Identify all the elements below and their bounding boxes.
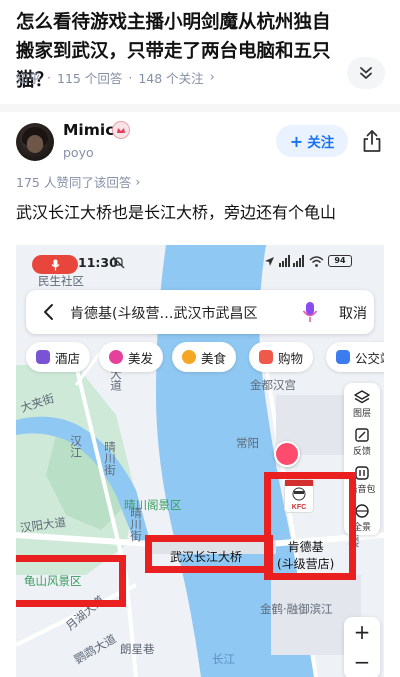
layers-button[interactable]: 图层 — [344, 389, 380, 419]
mute-icon — [112, 256, 125, 269]
microphone-icon — [51, 259, 59, 270]
shopping-bag-icon — [259, 350, 273, 364]
cancel-button[interactable]: 取消 — [339, 303, 367, 323]
map-pin-icon[interactable] — [274, 441, 300, 467]
map-place-label: 民生社区 — [38, 274, 84, 288]
voice-search-icon[interactable] — [302, 301, 318, 323]
question-header: 怎么看待游戏主播小明剑魔从杭州独自搬家到武汉，只带走了两台电脑和五只猫？ 知乎 … — [0, 0, 400, 100]
map-place-label: 汉江 — [69, 435, 83, 458]
status-icons: 94 — [264, 255, 352, 267]
feedback-icon — [355, 428, 369, 442]
vote-summary[interactable]: 175 人赞同了该回答 › — [16, 172, 140, 191]
map-place-label: 金鹤·融御滨江 — [260, 602, 333, 616]
chevron-right-icon: › — [135, 174, 141, 189]
map-place-label: 金都汉宫 — [250, 378, 296, 392]
expand-button[interactable] — [347, 57, 385, 89]
back-arrow-icon[interactable] — [42, 303, 54, 321]
food-icon — [182, 350, 196, 364]
map-search-input[interactable]: 肯德基(斗级营…武汉市武昌区 — [70, 303, 257, 323]
map-place-label: 晴川街 — [129, 507, 143, 542]
zoom-in-button[interactable]: + — [344, 621, 380, 643]
author-bio: poyo — [63, 145, 94, 160]
chip-bus-stop[interactable]: 公交站 — [326, 342, 384, 372]
panorama-icon — [355, 504, 369, 518]
map-place-label: 常阳 — [236, 436, 259, 450]
answers-count[interactable]: 115 个回答 — [57, 68, 122, 87]
double-chevron-down-icon — [360, 67, 372, 79]
answer-image-map-screenshot[interactable]: 11:30 94 民生社区 大夹街 汉江 晴川街 晴川阁景区 晴川街 汉阳大道 … — [16, 245, 384, 677]
wifi-icon — [309, 255, 324, 267]
author-name[interactable]: Mimic — [63, 121, 114, 139]
answer-text: 武汉长江大桥也是长江大桥，旁边还有个龟山 — [16, 203, 337, 222]
signal-icon — [279, 255, 304, 267]
chevron-right-icon: › — [209, 70, 215, 85]
followers-count[interactable]: 148 个关注 — [138, 68, 203, 87]
layers-icon — [354, 390, 370, 404]
chip-hotel[interactable]: 酒店 — [26, 342, 91, 372]
map-place-label: 晴川街 — [103, 441, 117, 476]
question-meta: 知乎 · 115 个回答 · 148 个关注 › — [16, 68, 215, 87]
chip-hair-salon[interactable]: 美发 — [99, 342, 164, 372]
site-name: 知乎 — [16, 71, 42, 86]
map-search-bar[interactable]: 肯德基(斗级营…武汉市武昌区 取消 — [26, 290, 374, 334]
recording-indicator — [32, 255, 78, 274]
bus-icon — [336, 350, 350, 364]
zoom-controls: + − — [344, 617, 380, 677]
share-icon — [363, 130, 381, 152]
highlight-box-bridge — [145, 535, 273, 573]
section-divider — [0, 104, 400, 112]
zoom-out-button[interactable]: − — [344, 651, 380, 673]
follow-button[interactable]: + 关注 — [276, 125, 348, 157]
voice-pack-icon — [355, 466, 369, 480]
hair-salon-icon — [109, 350, 123, 364]
highlight-box-kfc — [264, 472, 356, 580]
feedback-button[interactable]: 反馈 — [344, 427, 380, 457]
chip-shopping[interactable]: 购物 — [249, 342, 314, 372]
location-arrow-icon — [265, 256, 274, 266]
highlight-box-guishan — [16, 555, 126, 607]
verified-badge-icon — [112, 121, 130, 139]
share-button[interactable] — [360, 127, 384, 155]
map-place-label: 长江 — [212, 652, 235, 666]
map-place-label: 朗星巷 — [120, 642, 155, 656]
hotel-icon — [36, 350, 50, 364]
author-avatar[interactable] — [16, 123, 54, 161]
battery-indicator: 94 — [328, 255, 352, 267]
chip-food[interactable]: 美食 — [172, 342, 237, 372]
plus-icon: + — [289, 131, 304, 151]
